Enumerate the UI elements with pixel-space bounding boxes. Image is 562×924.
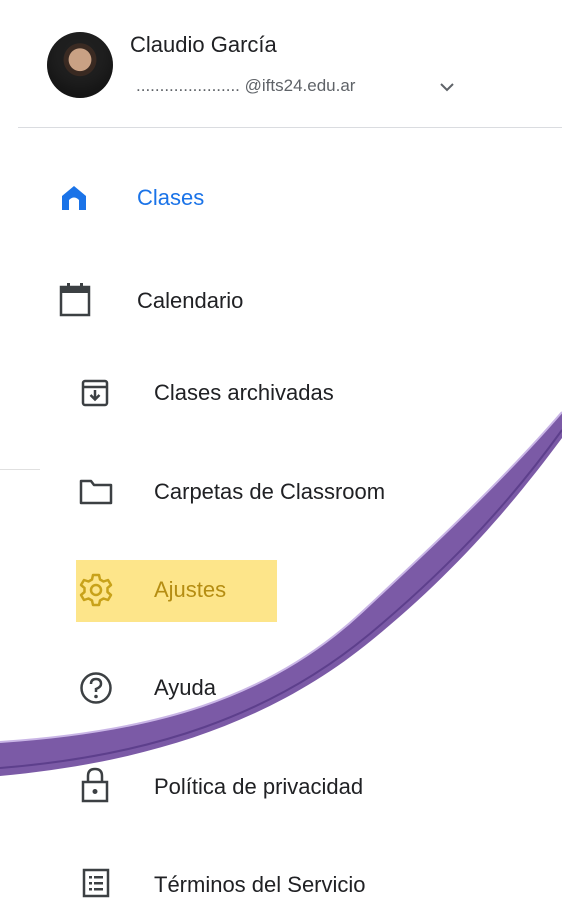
nav-item-ayuda[interactable]: Ayuda xyxy=(60,658,540,718)
calendar-icon xyxy=(59,283,91,317)
account-name: Claudio García xyxy=(130,32,277,57)
nav-label-calendario: Calendario xyxy=(137,288,244,313)
nav-item-clases[interactable]: Clases xyxy=(40,168,540,228)
account-email: ...................... @ifts24.edu.ar xyxy=(136,76,356,95)
nav-label-ayuda: Ayuda xyxy=(154,675,216,700)
archive-icon xyxy=(81,379,109,407)
nav-label-terminos: Términos del Servicio xyxy=(154,872,366,897)
nav-label-clases: Clases xyxy=(137,185,205,210)
help-icon xyxy=(80,672,112,704)
home-icon xyxy=(62,186,86,210)
nav-label-privacidad: Política de privacidad xyxy=(154,774,364,799)
nav-item-carpetas[interactable]: Carpetas de Classroom xyxy=(60,461,540,521)
divider-fragment xyxy=(0,469,40,470)
nav-label-ajustes: Ajustes xyxy=(154,577,227,602)
nav-label-clases-archivadas: Clases archivadas xyxy=(154,380,334,405)
gear-icon xyxy=(79,573,113,607)
folder-icon xyxy=(79,479,113,505)
avatar xyxy=(47,32,113,98)
nav-item-clases-archivadas[interactable]: Clases archivadas xyxy=(60,363,540,423)
account-header[interactable]: Claudio García ...................... @i… xyxy=(0,0,562,128)
nav-item-calendario[interactable]: Calendario xyxy=(40,270,540,330)
lock-icon xyxy=(81,767,109,803)
header-divider xyxy=(18,127,562,128)
nav-item-ajustes[interactable]: Ajustes xyxy=(60,560,540,620)
nav-item-terminos[interactable]: Términos del Servicio xyxy=(60,854,540,914)
nav-item-privacidad[interactable]: Política de privacidad xyxy=(60,756,540,816)
chevron-down-icon[interactable] xyxy=(438,80,456,94)
document-list-icon xyxy=(82,868,110,898)
nav-label-carpetas: Carpetas de Classroom xyxy=(154,479,386,504)
